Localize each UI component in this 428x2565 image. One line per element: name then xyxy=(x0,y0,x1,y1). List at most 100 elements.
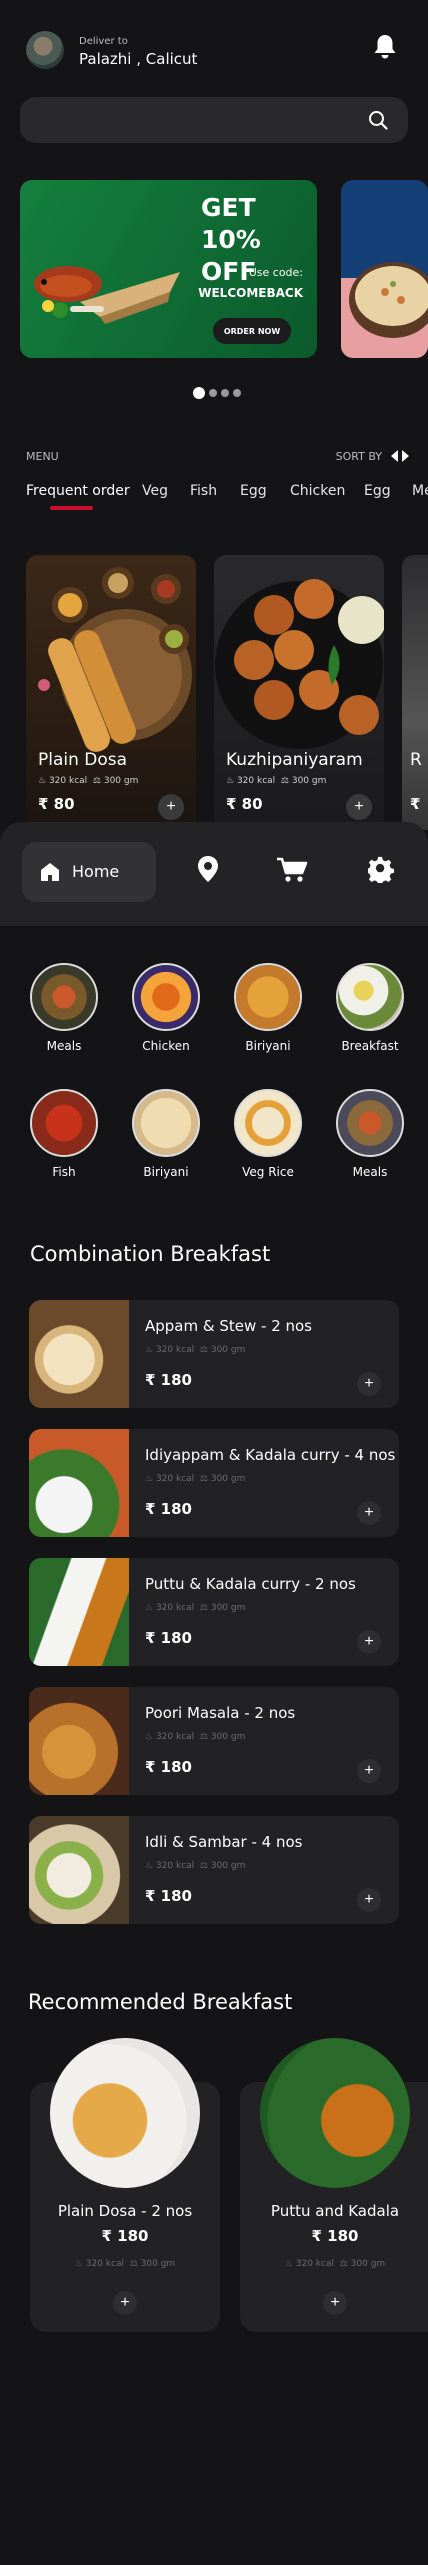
kcal-icon: ♨ xyxy=(145,1603,154,1613)
category-biriyani-2[interactable]: Biriyani xyxy=(129,1089,203,1179)
location-pin-icon[interactable] xyxy=(195,855,221,883)
category-meals-2[interactable]: Meals xyxy=(333,1089,407,1179)
kcal-icon: ♨ xyxy=(284,2259,293,2269)
category-label: Biriyani xyxy=(245,1039,291,1053)
weight-icon: ⚖ xyxy=(129,2259,138,2269)
category-biriyani[interactable]: Biriyani xyxy=(231,963,305,1053)
featured-price: ₹ 80 xyxy=(38,795,75,813)
breakfast-image xyxy=(336,963,404,1031)
add-button[interactable]: + xyxy=(357,1759,381,1783)
item-meta: ♨ 320 kcal ⚖ 300 gm xyxy=(145,1861,246,1871)
list-item-poori-masala[interactable]: Poori Masala - 2 nos ♨ 320 kcal ⚖ 300 gm… xyxy=(29,1687,399,1795)
weight-icon: ⚖ xyxy=(199,1345,208,1355)
nav-home[interactable]: Home xyxy=(22,842,156,902)
item-meta: ♨ 320 kcal ⚖ 300 gm xyxy=(145,1732,246,1742)
add-button[interactable]: + xyxy=(113,2291,137,2315)
add-button[interactable]: + xyxy=(357,1501,381,1525)
recommended-breakfast-title: Recommended Breakfast xyxy=(28,1990,293,2014)
item-meta: ♨ 320 kcal ⚖ 300 gm xyxy=(74,2259,176,2269)
add-button[interactable]: + xyxy=(323,2291,347,2315)
list-item-idli-sambar[interactable]: Idli & Sambar - 4 nos ♨ 320 kcal ⚖ 300 g… xyxy=(29,1816,399,1924)
kcal-icon: ♨ xyxy=(145,1732,154,1742)
tab-frequent-order[interactable]: Frequent order xyxy=(26,483,130,499)
featured-card-partial[interactable]: R ₹ xyxy=(402,555,428,830)
delivery-location[interactable]: Palazhi , Calicut xyxy=(79,50,197,68)
category-veg-rice[interactable]: Veg Rice xyxy=(231,1089,305,1179)
add-button[interactable]: + xyxy=(357,1888,381,1912)
tab-more[interactable]: Me xyxy=(412,483,428,499)
kcal-icon: ♨ xyxy=(74,2259,83,2269)
nav-home-label: Home xyxy=(72,862,120,881)
featured-meta: ♨ 320 kcal ⚖ 300 gm xyxy=(38,776,139,786)
add-button[interactable]: + xyxy=(357,1372,381,1396)
list-item-puttu[interactable]: Puttu & Kadala curry - 2 nos ♨ 320 kcal … xyxy=(29,1558,399,1666)
category-label: Veg Rice xyxy=(242,1165,294,1179)
item-name: Plain Dosa - 2 nos xyxy=(57,2202,193,2220)
category-chicken[interactable]: Chicken xyxy=(129,963,203,1053)
sort-label[interactable]: SORT BY xyxy=(336,450,382,463)
tab-veg[interactable]: Veg xyxy=(142,483,168,499)
promo-code-label: Use code: xyxy=(248,266,303,279)
item-meta: ♨ 320 kcal ⚖ 300 gm xyxy=(145,1474,246,1484)
category-fish[interactable]: Fish xyxy=(27,1089,101,1179)
kcal-icon: ♨ xyxy=(145,1345,154,1355)
category-meals[interactable]: Meals xyxy=(27,963,101,1053)
weight-icon: ⚖ xyxy=(199,1861,208,1871)
recommended-card-puttu[interactable]: Puttu and Kadala ₹ 180 ♨ 320 kcal ⚖ 300 … xyxy=(240,2038,428,2332)
category-label: Meals xyxy=(352,1165,388,1179)
idli-image xyxy=(29,1816,129,1924)
featured-name: Kuzhipaniyaram xyxy=(226,750,363,770)
bottom-navigation: Home xyxy=(0,822,428,926)
item-price: ₹ 180 xyxy=(145,1758,192,1776)
category-label: Biriyani xyxy=(143,1165,189,1179)
featured-name: Plain Dosa xyxy=(38,750,128,770)
add-button[interactable]: + xyxy=(158,794,184,820)
kcal-icon: ♨ xyxy=(145,1861,154,1871)
tab-chicken[interactable]: Chicken xyxy=(290,483,345,499)
carousel-dot[interactable] xyxy=(221,389,229,397)
promo-banner-next[interactable] xyxy=(341,180,428,358)
fish-on-boat-image xyxy=(34,266,180,324)
featured-card-plain-dosa[interactable]: Plain Dosa ♨ 320 kcal ⚖ 300 gm ₹ 80 + xyxy=(26,555,196,830)
order-now-button[interactable]: ORDER NOW xyxy=(213,318,291,344)
item-meta: ♨ 320 kcal ⚖ 300 gm xyxy=(145,1345,246,1355)
tab-egg[interactable]: Egg xyxy=(240,483,267,499)
search-bar xyxy=(20,97,408,143)
featured-card-kuzhipaniyaram[interactable]: Kuzhipaniyaram ♨ 320 kcal ⚖ 300 gm ₹ 80 … xyxy=(214,555,384,830)
sort-arrows-icon[interactable] xyxy=(390,449,410,463)
category-label: Meals xyxy=(46,1039,82,1053)
list-item-idiyappam[interactable]: Idiyappam & Kadala curry - 4 nos ♨ 320 k… xyxy=(29,1429,399,1537)
list-item-appam-stew[interactable]: Appam & Stew - 2 nos ♨ 320 kcal ⚖ 300 gm… xyxy=(29,1300,399,1408)
search-icon[interactable] xyxy=(368,110,388,130)
weight-icon: ⚖ xyxy=(339,2259,348,2269)
add-button[interactable]: + xyxy=(346,794,372,820)
tab-fish[interactable]: Fish xyxy=(190,483,217,499)
kcal-icon: ♨ xyxy=(145,1474,154,1484)
kuzhipaniyaram-image xyxy=(215,579,384,749)
item-price: ₹ 180 xyxy=(311,2227,359,2245)
menu-label: MENU xyxy=(26,450,59,463)
gear-icon[interactable] xyxy=(368,855,394,883)
weight-icon: ⚖ xyxy=(92,776,101,786)
weight-icon: ⚖ xyxy=(199,1732,208,1742)
search-input[interactable] xyxy=(38,97,358,143)
carousel-dot[interactable] xyxy=(209,389,217,397)
avatar[interactable] xyxy=(26,31,64,69)
item-name: Poori Masala - 2 nos xyxy=(145,1704,296,1722)
item-price: ₹ 180 xyxy=(145,1629,192,1647)
carousel-dot-active[interactable] xyxy=(193,387,205,399)
recommended-card-plain-dosa[interactable]: Plain Dosa - 2 nos ₹ 180 ♨ 320 kcal ⚖ 30… xyxy=(30,2038,220,2332)
promo-code: WELCOMEBACK xyxy=(198,286,303,300)
featured-price: ₹ 80 xyxy=(226,795,263,813)
carousel-dot[interactable] xyxy=(233,389,241,397)
add-button[interactable]: + xyxy=(357,1630,381,1654)
category-breakfast[interactable]: Breakfast xyxy=(333,963,407,1053)
item-name: Puttu and Kadala xyxy=(270,2202,400,2220)
cart-icon[interactable] xyxy=(276,855,308,883)
bell-icon[interactable] xyxy=(372,33,398,61)
promo-banner[interactable]: GET 10% OFF Use code: WELCOMEBACK ORDER … xyxy=(20,180,317,358)
tab-egg-2[interactable]: Egg xyxy=(364,483,391,499)
item-meta: ♨ 320 kcal ⚖ 300 gm xyxy=(284,2259,386,2269)
item-name: Puttu & Kadala curry - 2 nos xyxy=(145,1575,356,1593)
item-name: Idiyappam & Kadala curry - 4 nos xyxy=(145,1446,396,1464)
